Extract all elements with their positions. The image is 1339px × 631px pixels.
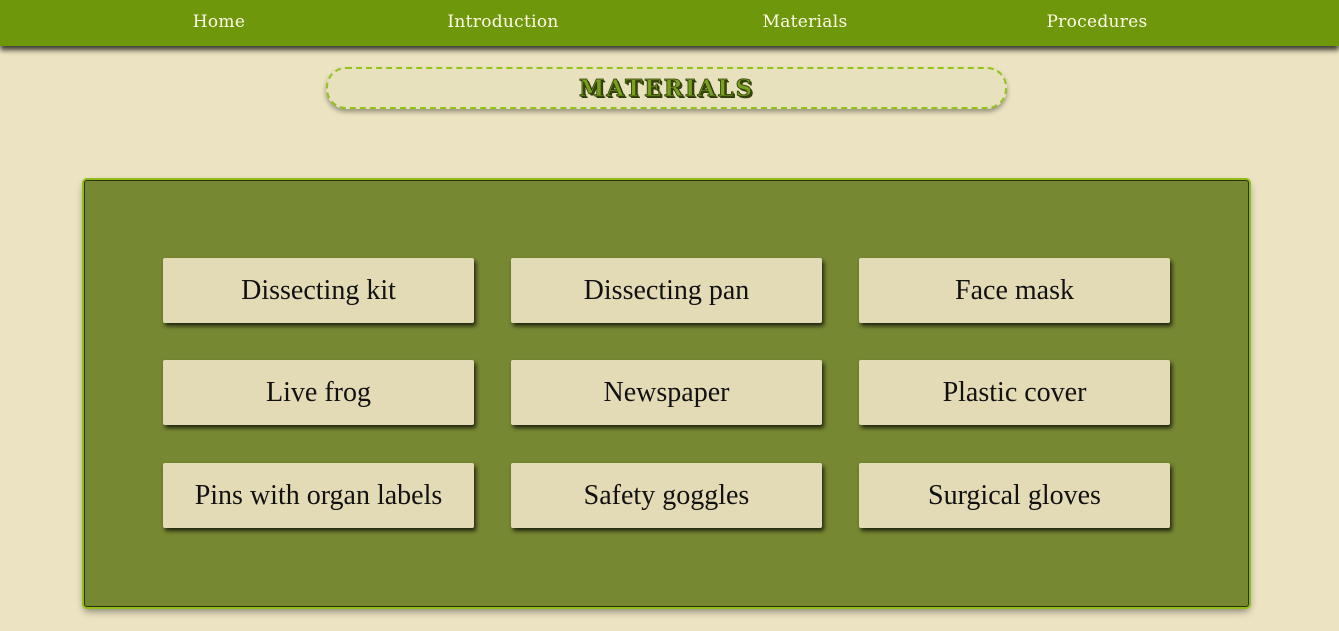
material-card-pins-with-organ-labels[interactable]: Pins with organ labels [163,463,474,528]
nav-link-materials[interactable]: Materials [763,12,848,32]
material-card-face-mask[interactable]: Face mask [859,258,1170,323]
material-card-newspaper[interactable]: Newspaper [511,360,822,425]
top-navbar: Home Introduction Materials Procedures [0,0,1339,46]
material-card-live-frog[interactable]: Live frog [163,360,474,425]
nav-link-procedures[interactable]: Procedures [1046,12,1147,32]
page-title-banner: Materials [326,67,1007,109]
nav-link-introduction[interactable]: Introduction [447,12,558,32]
nav-link-home[interactable]: Home [193,12,245,32]
material-card-dissecting-pan[interactable]: Dissecting pan [511,258,822,323]
page-title: Materials [578,75,755,103]
material-card-dissecting-kit[interactable]: Dissecting kit [163,258,474,323]
material-card-plastic-cover[interactable]: Plastic cover [859,360,1170,425]
materials-panel: Dissecting kit Dissecting pan Face mask … [84,180,1249,607]
material-card-safety-goggles[interactable]: Safety goggles [511,463,822,528]
material-card-surgical-gloves[interactable]: Surgical gloves [859,463,1170,528]
